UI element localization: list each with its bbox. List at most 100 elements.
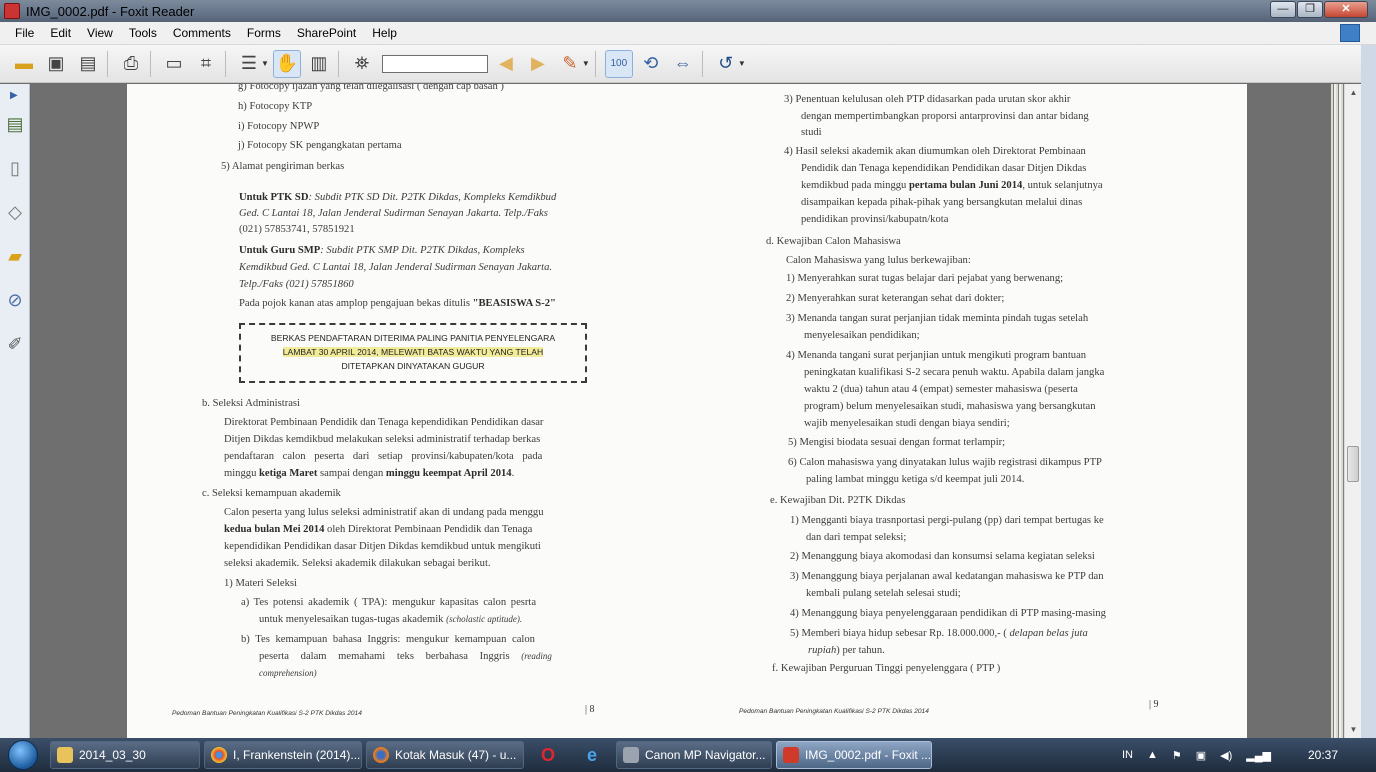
actual-size-icon[interactable]: 100	[604, 49, 633, 78]
taskbar-item-firefox[interactable]: Kotak Masuk (47) - u...	[366, 741, 524, 769]
monitor-icon[interactable]: ▭	[160, 50, 188, 78]
text-line: kependidikan Pendidikan dasar Ditjen Dik…	[224, 541, 541, 552]
pages-icon[interactable]: ▯	[5, 158, 25, 180]
start-button[interactable]	[0, 738, 46, 772]
text-line: 3) Penentuan kelulusan oleh PTP didasark…	[784, 94, 1071, 105]
search-input[interactable]	[381, 54, 488, 73]
page-layout-icon[interactable]: ☰	[235, 50, 263, 78]
scan-icon[interactable]: ⌗	[192, 50, 220, 78]
taskbar-item-chrome[interactable]: I, Frankenstein (2014)...	[204, 741, 362, 769]
text-line: 1) Menyerahkan surat tugas belajar dari …	[786, 273, 1064, 284]
taskbar-item-label: Kotak Masuk (47) - u...	[395, 748, 517, 762]
print-icon[interactable]: ⎙	[117, 50, 145, 78]
scroll-down-icon[interactable]: ▼	[1345, 721, 1362, 738]
text-line: 4) Menanda tangani surat perjanjian untu…	[786, 350, 1087, 361]
document-viewer[interactable]: g) Fotocopy ijazah yang telah dilegalisa…	[31, 84, 1344, 738]
scroll-thumb[interactable]	[1347, 446, 1359, 482]
hand-tool-icon[interactable]: ✋	[272, 49, 301, 78]
window-title: IMG_0002.pdf - Foxit Reader	[26, 3, 195, 19]
expand-panel-icon[interactable]: ▶	[10, 90, 18, 101]
comments-icon[interactable]: ▰	[5, 246, 25, 268]
find-next-icon[interactable]: ▶	[524, 50, 552, 78]
taskbar-item-label: I, Frankenstein (2014)...	[233, 748, 361, 762]
clock[interactable]: 20:37	[1308, 748, 1338, 762]
menu-help[interactable]: Help	[364, 26, 405, 40]
minimize-button[interactable]: —	[1270, 1, 1296, 18]
menu-comments[interactable]: Comments	[165, 26, 239, 40]
toolbar: ▬ ▣ ▤ ⎙ ▭ ⌗ ☰ ▼ ✋ ▥ ⛯ ◀ ▶ ✎ ▼ 100 ⟲ ⇔ ↺ …	[0, 45, 1376, 83]
open-folder-icon[interactable]: ▬	[10, 50, 38, 78]
language-indicator[interactable]: IN	[1122, 749, 1133, 761]
maximize-button[interactable]: ❐	[1297, 1, 1323, 18]
text-line: kedua bulan Mei 2014 oleh Direktorat Pem…	[224, 524, 533, 535]
opera-icon[interactable]: O	[528, 741, 568, 769]
flag-icon[interactable]: ⚑	[1172, 749, 1182, 762]
deadline-notice-box: BERKAS PENDAFTARAN DITERIMA PALING PANIT…	[239, 323, 587, 383]
taskbar-item-label: IMG_0002.pdf - Foxit ...	[805, 748, 932, 762]
chevron-down-icon[interactable]: ▼	[582, 59, 590, 68]
text-line: rupiah) per tahun.	[808, 645, 885, 656]
text-line: a) Tes potensi akademik ( TPA): mengukur…	[241, 597, 537, 608]
close-button[interactable]: ✕	[1324, 1, 1368, 18]
find-binoculars-icon[interactable]: ⛯	[348, 50, 376, 78]
select-text-icon[interactable]: ▥	[305, 50, 333, 78]
canon-navigator-icon	[623, 747, 639, 763]
text-line: i) Fotocopy NPWP	[238, 121, 320, 132]
text-line: dan dari tempat seleksi;	[806, 532, 907, 543]
section-heading: c. Seleksi kemampuan akademik	[202, 488, 341, 499]
taskbar-item-explorer[interactable]: 2014_03_30	[50, 741, 200, 769]
chevron-down-icon[interactable]: ▼	[738, 59, 746, 68]
save-icon[interactable]: ▣	[42, 50, 70, 78]
signatures-icon[interactable]: ✐	[5, 334, 25, 356]
device-icon[interactable]: ▣	[1196, 749, 1206, 762]
text-line: comprehension)	[259, 668, 317, 678]
menu-forms[interactable]: Forms	[239, 26, 289, 40]
text-line: Ged. C Lantai 18, Jalan Jenderal Sudirma…	[239, 208, 548, 219]
fit-page-icon[interactable]: ⟲	[637, 50, 665, 78]
network-signal-icon[interactable]: ▂▄▆	[1246, 749, 1271, 762]
text-line: 2) Menyerahkan surat keterangan sehat da…	[786, 293, 1005, 304]
chevron-down-icon[interactable]: ▼	[261, 59, 269, 68]
volume-icon[interactable]: ◀)	[1220, 749, 1232, 762]
menu-file[interactable]: File	[0, 26, 42, 40]
page-footer: Pedoman Bantuan Peningkatan Kualifikasi …	[172, 710, 362, 717]
taskbar-item-label: 2014_03_30	[79, 748, 146, 762]
envelope-instruction: Pada pojok kanan atas amplop pengajuan b…	[239, 298, 556, 309]
text-line: 5) Alamat pengiriman berkas	[221, 161, 345, 172]
pdf-page-spread: g) Fotocopy ijazah yang telah dilegalisa…	[127, 84, 1344, 738]
menu-sharepoint[interactable]: SharePoint	[289, 26, 364, 40]
taskbar-item-foxit[interactable]: IMG_0002.pdf - Foxit ...	[776, 741, 932, 769]
menu-edit[interactable]: Edit	[42, 26, 79, 40]
taskbar-item-canon[interactable]: Canon MP Navigator...	[616, 741, 772, 769]
text-line: kembali pulang setelah selesai studi;	[806, 588, 961, 599]
bookmarks-icon[interactable]: ▤	[5, 114, 25, 136]
vertical-scrollbar[interactable]: ▲ ▼	[1344, 84, 1361, 738]
text-line: 4) Menanggung biaya penyelenggaraan pend…	[790, 608, 1106, 619]
rotate-view-icon[interactable]: ↺	[712, 50, 740, 78]
page-number: | 9	[1149, 699, 1159, 710]
update-icon[interactable]	[1340, 24, 1360, 42]
text-line: studi	[801, 127, 822, 138]
text-line: b) Tes kemampuan bahasa Inggris: menguku…	[241, 634, 535, 645]
text-line: Kemdikbud Ged. C Lantai 18, Jalan Jender…	[239, 262, 553, 273]
text-line: dengan mempertimbangkan proporsi antarpr…	[801, 111, 1089, 122]
internet-explorer-icon[interactable]: e	[572, 741, 612, 769]
menu-tools[interactable]: Tools	[121, 26, 165, 40]
left-page-text: g) Fotocopy ijazah yang telah dilegalisa…	[127, 84, 687, 738]
show-hidden-icons-icon[interactable]: ▲	[1147, 749, 1158, 761]
save-as-icon[interactable]: ▤	[74, 50, 102, 78]
annotation-icon[interactable]: ✎	[556, 50, 584, 78]
fit-width-icon[interactable]: ⇔	[669, 50, 697, 78]
text-line: 5) Mengisi biodata sesuai dengan format …	[788, 437, 1006, 448]
layers-icon[interactable]: ◇	[5, 202, 25, 224]
text-line: disampaikan kepada pihak-pihak yang bers…	[801, 197, 1083, 208]
menu-view[interactable]: View	[79, 26, 121, 40]
text-line: program) belum menyelesaikan studi, maha…	[804, 401, 1096, 412]
section-heading: d. Kewajiban Calon Mahasiswa	[766, 236, 901, 247]
text-line: j) Fotocopy SK pengangkatan pertama	[238, 140, 402, 151]
notice-line: BERKAS PENDAFTARAN DITERIMA PALING PANIT…	[270, 333, 556, 343]
scroll-up-icon[interactable]: ▲	[1345, 84, 1362, 101]
find-previous-icon[interactable]: ◀	[492, 50, 520, 78]
attachments-icon[interactable]: ⊘	[5, 290, 25, 312]
window-right-frame	[1361, 45, 1376, 738]
